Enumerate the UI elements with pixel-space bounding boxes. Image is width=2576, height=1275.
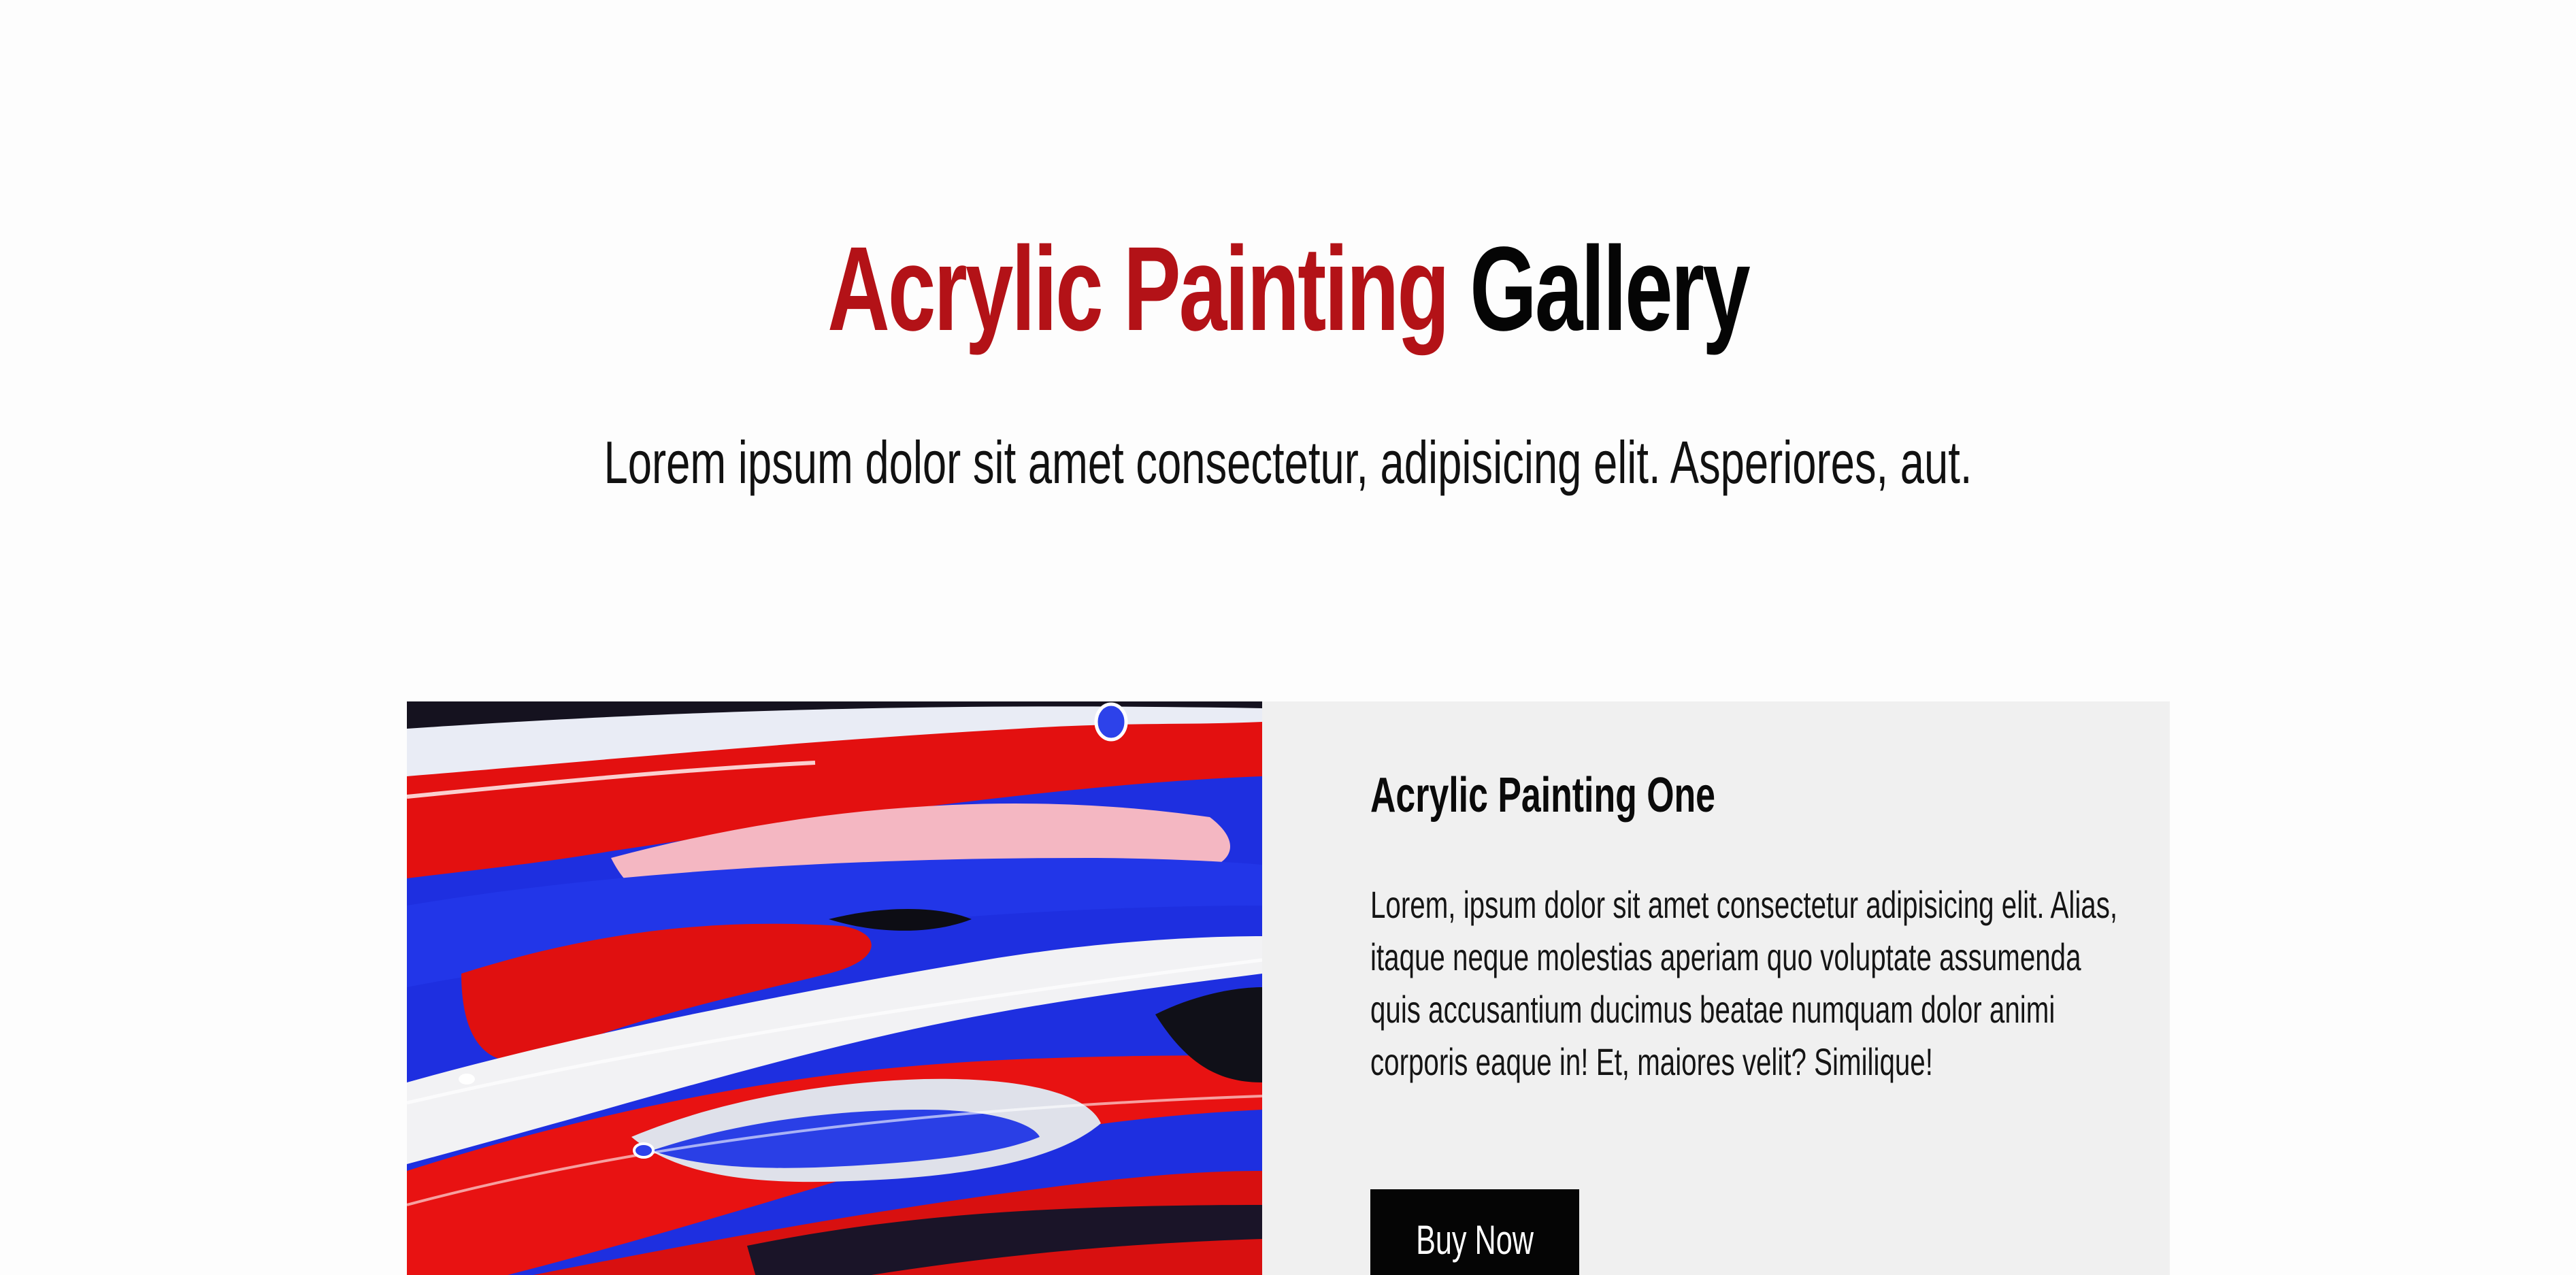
page: Acrylic Painting Gallery Lorem ipsum dol… (0, 0, 2576, 1275)
painting-description: Lorem, ipsum dolor sit amet consectetur … (1370, 883, 2118, 1083)
painting-card-body: Acrylic Painting One Lorem, ipsum dolor … (1370, 761, 2132, 1088)
page-subtitle: Lorem ipsum dolor sit amet consectetur, … (604, 429, 1972, 496)
painting-card: Acrylic Painting One Lorem, ipsum dolor … (407, 701, 2170, 1275)
page-title-accent: Acrylic Painting (827, 222, 1450, 356)
acrylic-swirl-artwork (407, 701, 1262, 1275)
buy-now-label: Buy Now (1416, 1217, 1534, 1263)
hero-header: Acrylic Painting Gallery Lorem ipsum dol… (0, 218, 2576, 500)
buy-now-button[interactable]: Buy Now (1370, 1189, 1579, 1275)
page-title-rest: Gallery (1470, 222, 1750, 356)
painting-image (407, 701, 1262, 1275)
painting-title: Acrylic Painting One (1370, 768, 1716, 823)
page-title: Acrylic Painting Gallery (361, 218, 2215, 361)
